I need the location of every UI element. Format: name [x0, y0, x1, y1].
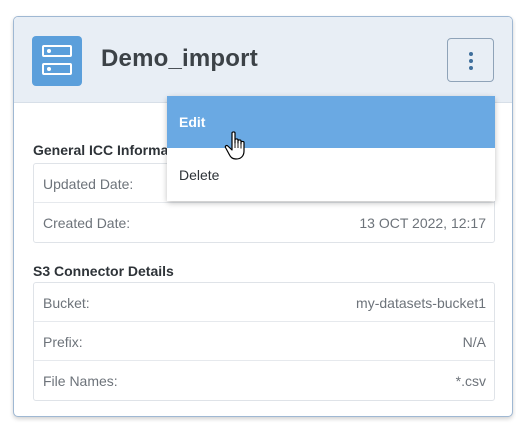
connector-card: Demo_import General ICC Informa Updated … [13, 16, 513, 417]
table-row: Bucket: my-datasets-bucket1 [34, 283, 494, 322]
bucket-label: Bucket: [43, 295, 90, 311]
created-date-label: Created Date: [43, 215, 131, 231]
server-icon [32, 36, 82, 86]
kebab-dot [469, 59, 473, 63]
created-date-value: 13 OCT 2022, 12:17 [359, 215, 486, 231]
prefix-label: Prefix: [43, 334, 83, 350]
more-options-button[interactable] [447, 38, 494, 82]
menu-item-delete[interactable]: Delete [167, 149, 495, 201]
file-names-value: *.csv [455, 373, 486, 389]
hand-pointer-icon [224, 131, 245, 160]
updated-date-label: Updated Date: [43, 176, 134, 192]
prefix-value: N/A [462, 334, 486, 350]
options-dropdown-menu: Edit Delete [167, 96, 495, 201]
menu-item-edit[interactable]: Edit [167, 96, 495, 148]
table-row: Created Date: 13 OCT 2022, 12:17 [34, 203, 494, 242]
s3-details-table: Bucket: my-datasets-bucket1 Prefix: N/A … [33, 282, 495, 401]
card-header: Demo_import [14, 17, 512, 103]
card-title: Demo_import [101, 45, 258, 72]
general-section-title: General ICC Informa [33, 142, 169, 158]
menu-item-label: Edit [179, 114, 206, 130]
table-row: File Names: *.csv [34, 361, 494, 400]
s3-section-title: S3 Connector Details [33, 263, 174, 279]
file-names-label: File Names: [43, 373, 118, 389]
bucket-value: my-datasets-bucket1 [356, 295, 486, 311]
kebab-vertical-icon [469, 52, 473, 56]
kebab-dot [469, 66, 473, 70]
table-row: Prefix: N/A [34, 322, 494, 361]
menu-item-label: Delete [179, 167, 220, 183]
